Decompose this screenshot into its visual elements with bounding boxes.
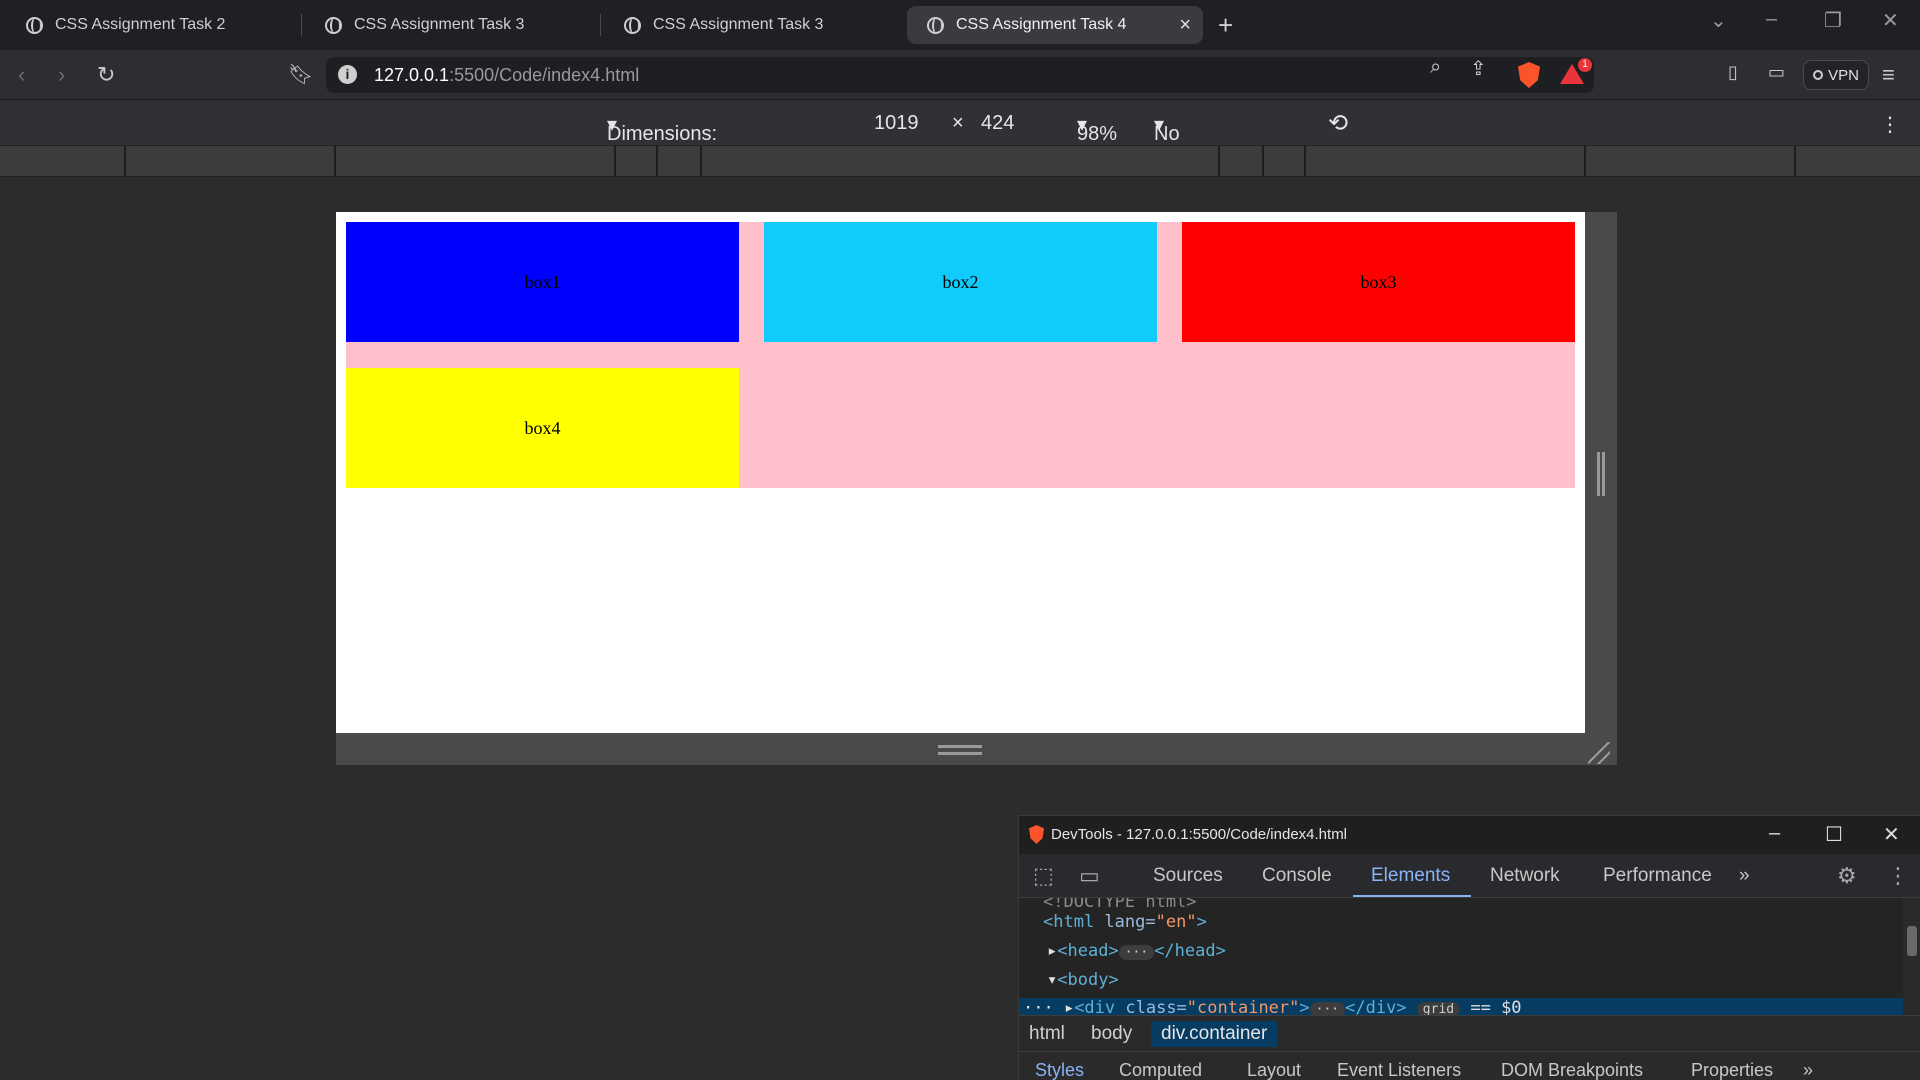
zoom-icon[interactable]: ⌕ <box>1430 56 1441 79</box>
address-bar[interactable]: i 127.0.0.1:5500/Code/index4.html <box>326 57 1594 93</box>
box4: box4 <box>346 368 739 488</box>
times-separator: × <box>952 112 964 134</box>
browser-tab-2[interactable]: CSS Assignment Task 3 <box>305 6 601 44</box>
tab-title: CSS Assignment Task 4 <box>956 16 1127 33</box>
globe-icon <box>26 16 43 34</box>
tab-sources[interactable]: Sources <box>1153 865 1223 887</box>
more-tabs-icon[interactable]: » <box>1739 865 1750 887</box>
url-text[interactable]: 127.0.0.1:5500/Code/index4.html <box>374 65 639 86</box>
dimensions-dropdown[interactable]: Dimensions: Responsive ▾ <box>607 112 717 168</box>
breadcrumb-div-container[interactable]: div.container <box>1151 1021 1278 1047</box>
subtab-dom-breakpoints[interactable]: DOM Breakpoints <box>1501 1060 1643 1080</box>
media-query-bar[interactable] <box>0 145 1920 177</box>
new-tab-button[interactable]: + <box>1218 10 1233 41</box>
inspect-element-icon[interactable]: ⬚ <box>1033 863 1054 889</box>
subtab-event-listeners[interactable]: Event Listeners <box>1337 1060 1461 1080</box>
tab-title: CSS Assignment Task 3 <box>653 16 824 33</box>
menu-icon[interactable]: ≡ <box>1882 62 1895 88</box>
devtools-window: DevTools - 127.0.0.1:5500/Code/index4.ht… <box>1018 815 1920 1080</box>
browser-tab-4-active[interactable]: CSS Assignment Task 4 × <box>907 6 1203 44</box>
resize-height-handle[interactable] <box>938 745 982 755</box>
browser-toolbar: ‹ › ↻ 🔖︎ i 127.0.0.1:5500/Code/index4.ht… <box>0 50 1920 100</box>
close-tab-icon[interactable]: × <box>1179 14 1191 37</box>
tab-console[interactable]: Console <box>1262 865 1332 887</box>
width-input[interactable]: 1019 <box>874 112 919 135</box>
vpn-status-icon <box>1813 70 1824 80</box>
browser-tab-1[interactable]: CSS Assignment Task 2 <box>6 6 302 44</box>
devtools-title: DevTools - 127.0.0.1:5500/Code/index4.ht… <box>1051 826 1348 843</box>
breadcrumb: html body div.container <box>1019 1015 1920 1051</box>
devtools-minimize-button[interactable]: – <box>1769 822 1780 845</box>
more-subtabs-icon[interactable]: » <box>1803 1060 1813 1080</box>
minimize-window-button[interactable]: – <box>1766 8 1777 31</box>
globe-icon <box>927 16 944 34</box>
dom-tree[interactable]: <!DOCTYPE html> <html lang="en"> ▸<head>… <box>1019 898 1903 1015</box>
wallet-icon[interactable]: ▭ <box>1768 62 1785 83</box>
devtools-maximize-button[interactable]: ☐ <box>1825 822 1843 847</box>
tab-title: CSS Assignment Task 2 <box>55 16 226 33</box>
tab-title: CSS Assignment Task 3 <box>354 16 525 33</box>
breadcrumb-body[interactable]: body <box>1081 1021 1142 1047</box>
zoom-dropdown[interactable]: 98% ▾ <box>1077 112 1117 145</box>
notification-badge: 1 <box>1578 58 1592 72</box>
throttling-dropdown[interactable]: No throttling ▾ <box>1154 112 1231 168</box>
more-options-icon[interactable]: ⋮ <box>1880 112 1900 137</box>
div-container-node[interactable]: ··· ▸<div class="container"> ··· </div> gr… <box>1023 998 1522 1015</box>
browser-tab-3[interactable]: CSS Assignment Task 3 <box>604 6 900 44</box>
head-node[interactable]: ▸<head> ··· </head> <box>1047 941 1226 961</box>
styles-subtabs: Styles Computed Layout Event Listeners D… <box>1019 1051 1920 1080</box>
subtab-computed[interactable]: Computed <box>1119 1060 1202 1080</box>
box1: box1 <box>346 222 739 342</box>
doctype-node[interactable]: <!DOCTYPE html> <box>1043 898 1197 912</box>
bookmark-icon[interactable]: 🔖︎ <box>288 62 313 87</box>
settings-gear-icon[interactable]: ⚙ <box>1837 863 1857 889</box>
devtools-tabbar: ⬚ ▭ Sources Console Elements Network Per… <box>1019 854 1920 898</box>
globe-icon <box>325 16 342 34</box>
device-viewport-frame: box1 box2 box3 box4 <box>336 212 1617 765</box>
dom-scrollbar[interactable] <box>1903 898 1920 1015</box>
restore-window-button[interactable]: ❐ <box>1824 8 1842 33</box>
resize-corner-handle[interactable] <box>1588 742 1610 764</box>
tab-strip: CSS Assignment Task 2 CSS Assignment Tas… <box>0 0 1920 50</box>
grid-container: box1 box2 box3 box4 <box>346 222 1575 488</box>
tab-network[interactable]: Network <box>1490 865 1560 887</box>
share-icon[interactable]: ⇪ <box>1470 56 1487 81</box>
subtab-layout[interactable]: Layout <box>1247 1060 1301 1080</box>
body-node[interactable]: ▾<body> <box>1047 970 1119 990</box>
resize-width-handle[interactable] <box>1597 452 1605 496</box>
subtab-properties[interactable]: Properties <box>1691 1060 1773 1080</box>
forward-arrow-icon[interactable]: › <box>58 62 65 88</box>
page-viewport: box1 box2 box3 box4 <box>336 212 1585 733</box>
device-toolbar: Dimensions: Responsive ▾ 1019 × 424 98% … <box>0 101 1920 168</box>
devtools-menu-icon[interactable]: ⋮ <box>1887 863 1909 889</box>
close-window-button[interactable]: ✕ <box>1882 8 1899 33</box>
subtab-styles[interactable]: Styles <box>1035 1060 1084 1080</box>
grid-badge: grid <box>1416 1002 1461 1015</box>
site-info-icon[interactable]: i <box>338 65 357 84</box>
box3: box3 <box>1182 222 1575 342</box>
reload-icon[interactable]: ↻ <box>97 62 115 88</box>
breadcrumb-html[interactable]: html <box>1019 1021 1075 1047</box>
height-input[interactable]: 424 <box>981 112 1014 135</box>
tab-elements[interactable]: Elements <box>1371 865 1450 887</box>
brave-logo-icon <box>1029 825 1044 844</box>
tab-search-chevron-icon[interactable]: ⌄ <box>1710 8 1727 33</box>
html-node[interactable]: <html lang="en"> <box>1043 912 1207 932</box>
back-arrow-icon[interactable]: ‹ <box>18 62 25 88</box>
sidebar-icon[interactable]: ▯ <box>1728 62 1738 83</box>
vpn-button[interactable]: VPN <box>1803 60 1869 90</box>
globe-icon <box>624 16 641 34</box>
rotate-icon[interactable]: ⟲ <box>1328 109 1348 138</box>
devtools-titlebar: DevTools - 127.0.0.1:5500/Code/index4.ht… <box>1019 816 1920 854</box>
devtools-close-button[interactable]: ✕ <box>1883 822 1900 847</box>
box2: box2 <box>764 222 1157 342</box>
device-toolbar-toggle-icon[interactable]: ▭ <box>1079 863 1100 889</box>
tab-performance[interactable]: Performance <box>1603 865 1712 887</box>
